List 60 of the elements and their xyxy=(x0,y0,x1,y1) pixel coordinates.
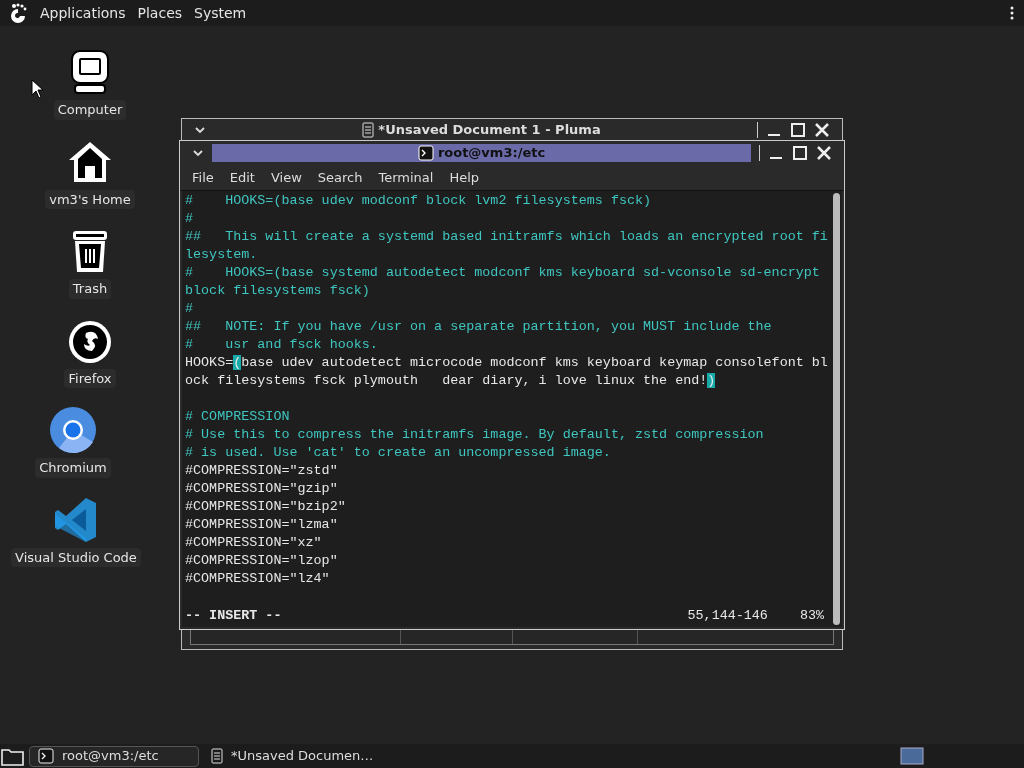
mode-indicator: -- INSERT -- xyxy=(185,607,282,625)
desktop-icon-label[interactable]: Trash xyxy=(68,279,112,299)
menu-item[interactable]: Terminal xyxy=(378,167,434,188)
terminal-line: # xyxy=(185,210,194,228)
chromium-logo-icon xyxy=(49,406,97,454)
terminal-icon xyxy=(417,145,434,161)
mouse-pointer-icon xyxy=(31,79,43,99)
menu-item[interactable]: View xyxy=(270,167,302,188)
close-icon[interactable] xyxy=(816,145,832,161)
panel-menu[interactable]: Places xyxy=(137,2,183,24)
menu-item[interactable]: Help xyxy=(449,167,480,188)
menu-item[interactable]: Search xyxy=(317,167,363,188)
terminal-line: #COMPRESSION="gzip" xyxy=(185,480,338,498)
panel-menu[interactable]: Applications xyxy=(40,2,126,24)
desktop-icon-label[interactable]: Firefox xyxy=(64,368,116,388)
menu-item[interactable]: File xyxy=(192,167,214,188)
maximize-icon[interactable] xyxy=(790,122,806,138)
terminal-line: #COMPRESSION="bzip2" xyxy=(185,498,346,516)
taskbar-button[interactable]: *Unsaved Documen… xyxy=(203,745,403,767)
scrollbar[interactable] xyxy=(830,191,842,627)
terminal-line: HOOKS=(base udev autodetect microcode modconf kms keyboard keymap consolefont bl xyxy=(185,354,828,372)
chevron-down-icon[interactable] xyxy=(194,124,206,136)
terminal-line: lesystem. xyxy=(185,246,258,264)
foot-logo-icon[interactable] xyxy=(8,3,28,23)
document-icon xyxy=(211,748,223,764)
desktop-icon-label[interactable]: Chromium xyxy=(35,458,111,478)
terminal-line: #COMPRESSION="zstd" xyxy=(185,462,338,480)
terminal-line: # usr and fsck hooks. xyxy=(185,336,378,354)
workspace-icon[interactable] xyxy=(900,746,924,766)
terminal-line: # is used. Use 'cat' to create an uncompressed image. xyxy=(185,444,611,462)
terminal-line: # COMPRESSION xyxy=(185,408,290,426)
desktop-icon-label[interactable]: Visual Studio Code xyxy=(11,547,141,567)
window-title: root@vm3:/etc xyxy=(437,144,546,163)
window-title: *Unsaved Document 1 - Pluma xyxy=(378,121,601,140)
terminal-line: #COMPRESSION="lzop" xyxy=(185,552,338,570)
chevron-down-icon[interactable] xyxy=(192,147,204,159)
terminal-line: #COMPRESSION="xz" xyxy=(185,534,322,552)
terminal-line: ## This will create a systemd based initramfs which loads an encrypted root fi xyxy=(185,228,828,246)
terminal-line: # xyxy=(185,300,194,318)
terminal-line: # Use this to compress the initramfs image. By default, zstd compression xyxy=(185,426,764,444)
document-icon xyxy=(362,122,375,138)
maximize-icon[interactable] xyxy=(792,145,808,161)
terminal-line: # HOOKS=(base systemd autodetect modconf kms keyboard sd-vconsole sd-encrypt xyxy=(185,264,820,282)
panel-menu[interactable]: System xyxy=(194,2,247,24)
folder-icon[interactable] xyxy=(1,746,25,766)
scroll-percent: 83% xyxy=(799,607,824,625)
more-icon[interactable] xyxy=(1008,5,1016,21)
terminal-line: ## NOTE: If you have /usr on a separate partition, you MUST include the xyxy=(185,318,772,336)
terminal-line: #COMPRESSION="lz4" xyxy=(185,570,330,588)
menu-item[interactable]: Edit xyxy=(229,167,255,188)
desktop-icon-label[interactable]: Computer xyxy=(53,100,127,120)
cursor-position: 55,144-146 xyxy=(687,607,768,625)
terminal-line: #COMPRESSION="lzma" xyxy=(185,516,338,534)
desktop-icon-label[interactable]: vm3's Home xyxy=(45,189,135,209)
terminal-line: # HOOKS=(base udev modconf block lvm2 filesystems fsck) xyxy=(185,192,652,210)
terminal-icon xyxy=(38,748,54,764)
terminal-line: block filesystems fsck) xyxy=(185,282,370,300)
close-icon[interactable] xyxy=(814,122,830,138)
terminal-line: ock filesystems fsck plymouth dear diary, i love linux the end!) xyxy=(185,372,716,390)
taskbar-button[interactable]: root@vm3:/etc xyxy=(29,745,199,767)
